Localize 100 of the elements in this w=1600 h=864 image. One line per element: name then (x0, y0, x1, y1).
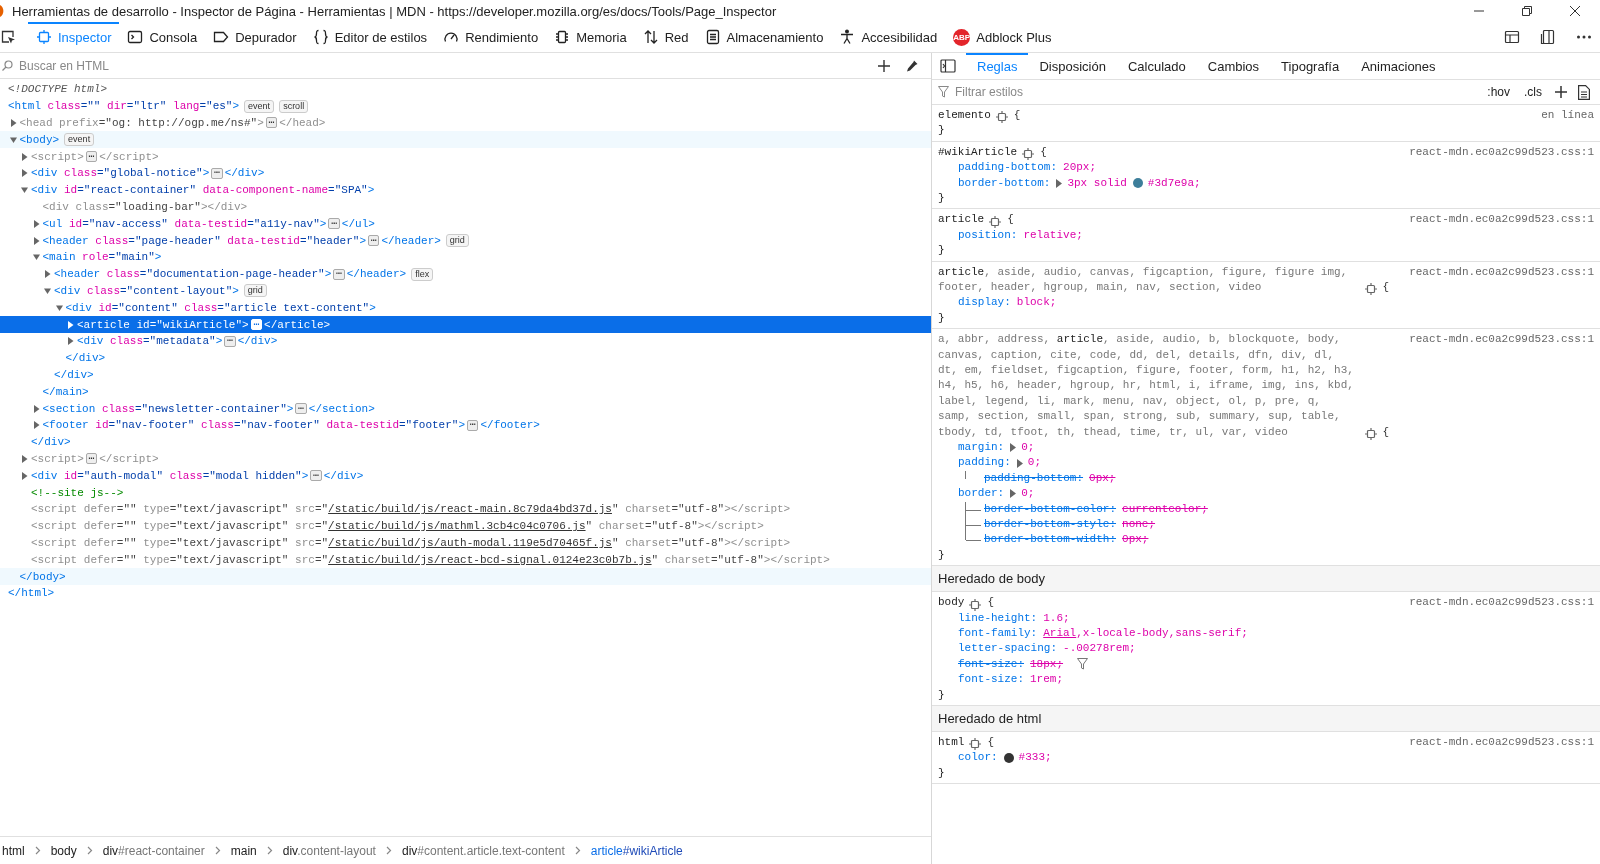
source-link[interactable]: react-mdn.ec0a2c99d523.css:1 (1389, 144, 1594, 161)
expand-more-button[interactable]: ⋯ (328, 218, 340, 230)
property-name[interactable]: font-family: (958, 626, 1038, 642)
property-name[interactable]: padding: (958, 455, 1011, 471)
markup-row[interactable]: <!DOCTYPE html> (0, 81, 931, 98)
twisty-icon[interactable] (1010, 443, 1017, 453)
markup-row[interactable]: <footer id="nav-footer" class="nav-footer" data-testid="footer"> ⋯ </footer> (0, 416, 931, 434)
markup-row[interactable]: <script defer="" type="text/javascript" src="/static/build/js/react-main.8c79da4bd37d.js" charset="utf-8"></script> (0, 500, 931, 518)
markup-row[interactable]: </div> (0, 366, 931, 384)
twisty-icon[interactable] (55, 303, 63, 312)
breadcrumb[interactable]: main (228, 843, 259, 858)
property-name[interactable]: margin: (958, 440, 1005, 456)
add-icon[interactable] (877, 58, 891, 73)
restore-icon[interactable] (1522, 6, 1532, 16)
breadcrumb[interactable]: html (0, 843, 27, 858)
panel-tab[interactable]: Cambios (1196, 53, 1271, 79)
property-name[interactable]: border: (958, 486, 1005, 502)
markup-row[interactable]: </div> (0, 349, 931, 367)
source-link[interactable]: react-mdn.ec0a2c99d523.css:1 (1389, 332, 1594, 348)
twisty-icon[interactable] (32, 219, 40, 228)
markup-row[interactable]: </html> (0, 584, 931, 602)
property-name[interactable]: border-bottom-color: (984, 501, 1117, 518)
property-name[interactable]: border-bottom-width: (984, 532, 1117, 548)
markup-badge[interactable]: grid (243, 284, 267, 298)
expand-more-button[interactable]: ⋯ (295, 403, 307, 415)
property-name[interactable]: font-size: (958, 672, 1024, 688)
twisty-icon[interactable] (32, 236, 40, 245)
expand-more-button[interactable]: ⋯ (211, 167, 223, 179)
panel-tab[interactable]: Disposición (1028, 53, 1117, 79)
close-icon[interactable] (1570, 6, 1580, 16)
markup-row[interactable]: <div id="auth-modal" class="modal hidden"> ⋯ </div> (0, 467, 931, 485)
markup-row[interactable]: <html class="" dir="ltr" lang="es"> event scroll (0, 97, 931, 115)
twisty-icon[interactable] (21, 471, 28, 480)
twisty-icon[interactable] (21, 152, 28, 161)
property-name[interactable]: color: (958, 750, 998, 766)
source-link[interactable]: react-mdn.ec0a2c99d523.css:1 (1389, 264, 1594, 280)
source-link[interactable]: react-mdn.ec0a2c99d523.css:1 (1389, 595, 1594, 611)
markup-row[interactable]: </body> (0, 568, 931, 585)
property-name[interactable]: border-bottom-style: (984, 517, 1117, 533)
markup-row[interactable]: <main role="main"> (0, 248, 931, 266)
property-name[interactable]: position: (958, 227, 1018, 244)
twisty-icon[interactable] (32, 404, 40, 413)
target-icon[interactable] (1364, 283, 1377, 296)
expand-more-button[interactable]: ⋯ (265, 117, 278, 129)
panel-tab[interactable]: Tipografía (1270, 53, 1351, 79)
property-name[interactable]: padding-bottom: (958, 160, 1058, 176)
markup-row[interactable]: <article id="wikiArticle"> ⋯ </article> (0, 316, 931, 333)
twisty-icon[interactable] (1010, 489, 1017, 499)
markup-row[interactable]: <div class="metadata"> ⋯ </div> (0, 332, 931, 350)
expand-more-button[interactable]: ⋯ (85, 151, 98, 163)
property-name[interactable]: border-bottom: (958, 175, 1051, 191)
twisty-icon[interactable] (9, 119, 17, 127)
target-icon[interactable] (969, 738, 982, 751)
dock-icon[interactable] (1540, 29, 1556, 45)
twisty-icon[interactable] (67, 320, 74, 329)
twisty-icon[interactable] (1056, 178, 1063, 188)
expand-more-button[interactable]: ⋯ (310, 470, 322, 482)
markup-row[interactable]: <script defer="" type="text/javascript" src="/static/build/js/react-bcd-signal.0124e23c0b7b.js" charset="utf-8"></script> (0, 551, 931, 569)
twisty-icon[interactable] (32, 421, 40, 430)
twisty-icon[interactable] (1016, 458, 1023, 468)
markup-badge[interactable]: flex (411, 267, 434, 281)
toolbar-tab[interactable]: Accesibilidad (831, 22, 946, 52)
markup-badge[interactable]: grid (445, 234, 469, 248)
markup-row[interactable]: <div id="content" class="article text-content"> (0, 299, 931, 317)
toolbar-tab[interactable]: Inspector (28, 22, 120, 52)
target-icon[interactable] (969, 598, 982, 611)
source-link[interactable]: en línea (1521, 108, 1594, 124)
twisty-icon[interactable] (21, 169, 28, 178)
property-name[interactable]: letter-spacing: (958, 641, 1058, 657)
expand-more-button[interactable]: ⋯ (467, 419, 479, 431)
color-swatch[interactable] (1003, 753, 1014, 764)
markup-badge[interactable]: event (244, 99, 275, 113)
toolbar-tab[interactable]: Consola (119, 22, 206, 52)
toolbar-tab[interactable]: Red (634, 22, 697, 52)
twisty-icon[interactable] (32, 253, 40, 262)
expand-more-button[interactable]: ⋯ (224, 335, 236, 347)
search-field[interactable]: Buscar en HTML (17, 57, 863, 74)
source-link[interactable]: react-mdn.ec0a2c99d523.css:1 (1389, 734, 1594, 751)
breadcrumb[interactable]: div#react-container (100, 843, 207, 858)
twisty-icon[interactable] (21, 454, 28, 463)
markup-row[interactable]: <script> ⋯ </script> (0, 450, 931, 468)
expand-more-button[interactable]: ⋯ (368, 235, 380, 247)
source-link[interactable]: react-mdn.ec0a2c99d523.css:1 (1389, 212, 1594, 228)
expand-more-button[interactable]: ⋯ (250, 319, 263, 331)
markup-row[interactable]: <head prefix="og: http://ogp.me/ns#"> ⋯ </head> (0, 114, 931, 132)
layout-icon[interactable] (1504, 29, 1520, 45)
color-swatch[interactable] (1132, 178, 1143, 189)
panel-tab[interactable]: Reglas (966, 53, 1029, 79)
markup-row[interactable]: </div> (0, 433, 931, 451)
markup-row[interactable]: <header class="page-header" data-testid="header"> ⋯ </header> grid (0, 232, 931, 249)
markup-row[interactable]: <!--site js--> (0, 484, 931, 501)
target-icon[interactable] (1022, 148, 1035, 161)
toolbar-tab[interactable]: Rendimiento (435, 22, 547, 52)
twisty-icon[interactable] (44, 270, 51, 279)
breadcrumb[interactable]: article#wikiArticle (588, 843, 685, 858)
filter-field[interactable]: Filtrar estilos (953, 84, 1476, 100)
breadcrumb[interactable]: body (48, 843, 79, 858)
target-icon[interactable] (1364, 428, 1377, 441)
toggle-button[interactable]: :hov (1485, 85, 1512, 99)
toggle-button[interactable]: .cls (1522, 85, 1544, 99)
